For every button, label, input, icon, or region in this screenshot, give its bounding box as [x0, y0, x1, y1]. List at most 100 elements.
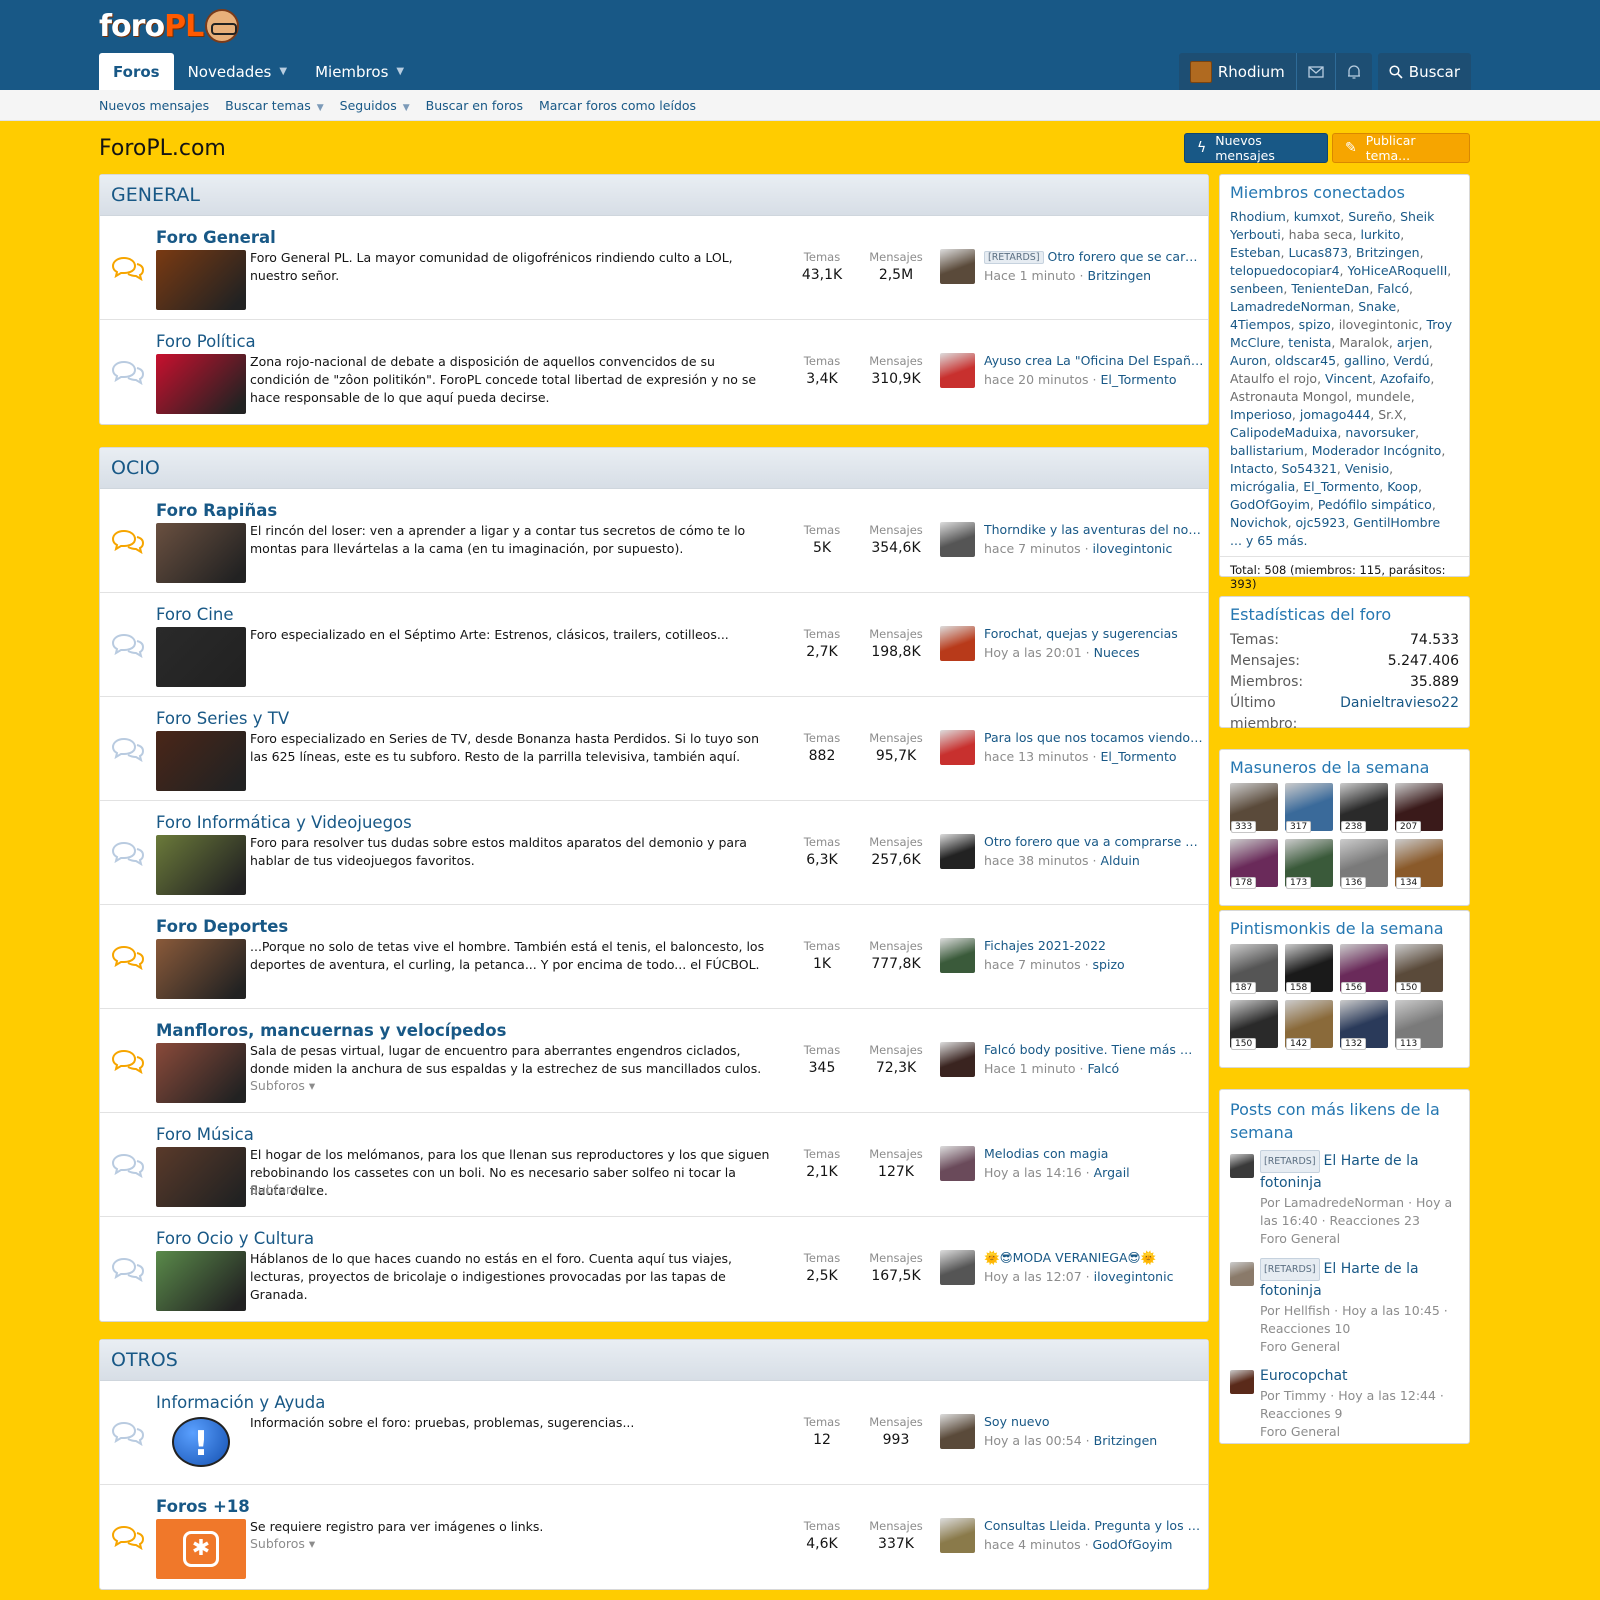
online-member[interactable]: Imperioso — [1230, 407, 1292, 422]
top-post-forum[interactable]: Foro General — [1260, 1230, 1459, 1248]
last-post-title[interactable]: Melodias con magia — [984, 1146, 1204, 1161]
last-post-user[interactable]: Falcó — [1088, 1061, 1120, 1076]
last-post-time[interactable]: hace 4 minutos — [984, 1537, 1081, 1552]
read-bubble-icon[interactable] — [111, 1420, 145, 1447]
last-poster-avatar[interactable] — [940, 626, 975, 661]
unread-bubble-icon[interactable] — [111, 1524, 145, 1551]
online-member[interactable]: oldscar45 — [1275, 353, 1336, 368]
last-post-user[interactable]: GodOfGoyim — [1093, 1537, 1173, 1552]
online-member[interactable]: senbeen — [1230, 281, 1283, 296]
forum-thumbnail[interactable] — [156, 731, 246, 791]
online-member[interactable]: ilovegintonic — [1339, 317, 1419, 332]
member-avatar[interactable]: 158 — [1285, 944, 1333, 994]
more-members-link[interactable]: ... y 65 más. — [1230, 533, 1307, 548]
last-post-time[interactable]: hace 13 minutos — [984, 749, 1089, 764]
forum-thumbnail[interactable] — [156, 523, 246, 583]
subforums-toggle[interactable]: Subforos ▾ — [250, 1078, 315, 1093]
forum-thumbnail[interactable] — [156, 627, 246, 687]
member-avatar[interactable]: 150 — [1230, 1000, 1278, 1050]
last-post-title[interactable]: Consultas Lleida. Pregunta y los foreros — [984, 1518, 1204, 1533]
last-post-time[interactable]: Hoy a las 14:16 — [984, 1165, 1082, 1180]
chevron-down-icon[interactable]: ▼ — [317, 103, 324, 113]
subnav-link-1[interactable]: Buscar temas ▼ — [225, 98, 324, 113]
unread-bubble-icon[interactable] — [111, 528, 145, 555]
forum-thumbnail[interactable]: ! — [156, 1415, 246, 1475]
last-post-title[interactable]: Thorndike y las aventuras del no pasa na… — [984, 522, 1204, 537]
online-member[interactable]: Maralok — [1339, 335, 1389, 350]
member-avatar[interactable]: 187 — [1230, 944, 1278, 994]
online-member[interactable]: spizo — [1299, 317, 1331, 332]
new-posts-button[interactable]: ϟ Nuevos mensajes — [1184, 133, 1328, 163]
member-avatar[interactable]: 113 — [1395, 1000, 1443, 1050]
post-author-avatar[interactable] — [1230, 1154, 1254, 1178]
forum-title[interactable]: Foro Rapiñas — [156, 501, 277, 520]
online-member[interactable]: arjen — [1397, 335, 1429, 350]
forum-thumbnail[interactable] — [156, 939, 246, 999]
forum-thumbnail[interactable] — [156, 1147, 246, 1207]
online-member[interactable]: Vincent — [1325, 371, 1372, 386]
top-post-forum[interactable]: Foro General — [1260, 1423, 1459, 1441]
last-poster-avatar[interactable] — [940, 522, 975, 557]
category-title[interactable]: GENERAL — [100, 175, 1208, 216]
post-thread-button[interactable]: ✎ Publicar tema... — [1332, 133, 1470, 163]
member-avatar[interactable]: 132 — [1340, 1000, 1388, 1050]
online-member[interactable]: Astronauta Mongol — [1230, 389, 1348, 404]
online-member[interactable]: So54321 — [1282, 461, 1337, 476]
online-members-title[interactable]: Miembros conectados — [1220, 175, 1469, 208]
last-post-time[interactable]: Hoy a las 20:01 — [984, 645, 1082, 660]
online-member[interactable]: lurkito — [1360, 227, 1400, 242]
last-poster-avatar[interactable] — [940, 1518, 975, 1553]
unread-bubble-icon[interactable] — [111, 255, 145, 282]
category-title[interactable]: OTROS — [100, 1340, 1208, 1381]
last-poster-avatar[interactable] — [940, 938, 975, 973]
forum-title[interactable]: Foros +18 — [156, 1497, 250, 1516]
last-post-time[interactable]: hace 20 minutos — [984, 372, 1089, 387]
last-post-user[interactable]: ilovegintonic — [1093, 541, 1173, 556]
member-avatar[interactable]: 317 — [1285, 783, 1333, 833]
online-member[interactable]: telopuedocopiar4 — [1230, 263, 1340, 278]
read-bubble-icon[interactable] — [111, 632, 145, 659]
forum-title[interactable]: Foro Cine — [156, 605, 233, 624]
site-logo[interactable]: foroPL — [99, 8, 240, 44]
account-button[interactable]: Rhodium — [1179, 53, 1296, 90]
member-avatar[interactable]: 178 — [1230, 839, 1278, 889]
member-avatar[interactable]: 134 — [1395, 839, 1443, 889]
online-member[interactable]: Auron — [1230, 353, 1267, 368]
forum-title[interactable]: Foro Política — [156, 332, 256, 351]
online-member[interactable]: mundele — [1356, 389, 1411, 404]
online-member[interactable]: jomago444 — [1300, 407, 1370, 422]
online-member[interactable]: YoHiceARoquelII — [1347, 263, 1447, 278]
online-member[interactable]: GentilHombre — [1353, 515, 1440, 530]
last-poster-avatar[interactable] — [940, 1250, 975, 1285]
online-member[interactable]: Verdú — [1394, 353, 1430, 368]
last-poster-avatar[interactable] — [940, 1414, 975, 1449]
online-member[interactable]: haba seca — [1289, 227, 1353, 242]
read-bubble-icon[interactable] — [111, 1256, 145, 1283]
last-post-time[interactable]: Hace 1 minuto — [984, 268, 1076, 283]
forum-title[interactable]: Foro Deportes — [156, 917, 288, 936]
last-post-title[interactable]: Fichajes 2021-2022 — [984, 938, 1204, 953]
online-member[interactable]: navorsuker — [1345, 425, 1415, 440]
chevron-down-icon[interactable]: ▼ — [403, 103, 410, 113]
online-member[interactable]: ojc5923 — [1296, 515, 1346, 530]
online-member[interactable]: Sr.X — [1378, 407, 1402, 422]
online-member[interactable]: Falcó — [1377, 281, 1409, 296]
last-post-time[interactable]: Hoy a las 12:07 — [984, 1269, 1082, 1284]
forum-thumbnail[interactable] — [156, 250, 246, 310]
subforums-toggle[interactable]: Subforos ▾ — [250, 1182, 315, 1197]
last-post-time[interactable]: Hace 1 minuto — [984, 1061, 1076, 1076]
online-member[interactable]: Intacto — [1230, 461, 1274, 476]
online-member[interactable]: CalipodeMaduixa — [1230, 425, 1337, 440]
last-post-user[interactable]: Argail — [1094, 1165, 1130, 1180]
last-post-time[interactable]: Hoy a las 00:54 — [984, 1433, 1082, 1448]
member-avatar[interactable]: 238 — [1340, 783, 1388, 833]
online-member[interactable]: Moderador Incógnito — [1312, 443, 1442, 458]
online-member[interactable]: GodOfGoyim — [1230, 497, 1310, 512]
subnav-link-0[interactable]: Nuevos mensajes — [99, 98, 209, 113]
last-poster-avatar[interactable] — [940, 249, 975, 284]
top-post-title[interactable]: [RETARDS] El Harte de la fotoninja — [1260, 1258, 1459, 1302]
online-member[interactable]: ballistarium — [1230, 443, 1304, 458]
post-author-avatar[interactable] — [1230, 1262, 1254, 1286]
last-poster-avatar[interactable] — [940, 1042, 975, 1077]
online-member[interactable]: micrógalia — [1230, 479, 1295, 494]
